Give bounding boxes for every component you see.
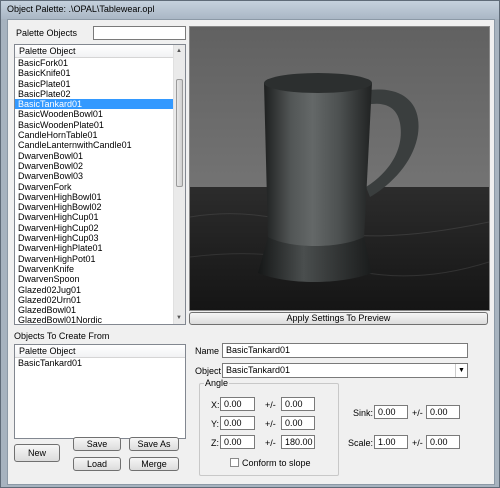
new-button[interactable]: New (14, 444, 60, 462)
list-item[interactable]: DwarvenHighBowl02 (15, 202, 185, 212)
sink-label: Sink: (353, 408, 374, 418)
list-item[interactable]: BasicPlate02 (15, 89, 185, 99)
list-item[interactable]: DwarvenHighBowl01 (15, 192, 185, 202)
scale-label: Scale: (348, 438, 374, 448)
list-item[interactable]: DwarvenHighPot01 (15, 254, 185, 264)
window-client-area: Palette Objects Palette Object BasicFork… (7, 19, 495, 485)
list-item[interactable]: DwarvenBowl02 (15, 161, 185, 171)
sink-field[interactable]: 0.00 (374, 405, 408, 419)
z-variance-field[interactable]: 180.00 (281, 435, 315, 449)
list-item[interactable]: BasicKnife01 (15, 68, 185, 78)
objects-to-create-label: Objects To Create From (14, 331, 110, 341)
list-item[interactable]: DwarvenSpoon (15, 274, 185, 284)
list-item[interactable]: CandleHornTable01 (15, 130, 185, 140)
palette-object-list[interactable]: Palette Object BasicFork01 BasicKnife01 Ba… (14, 44, 186, 325)
palette-list-scrollbar[interactable]: ▲ ▼ (173, 45, 185, 324)
x-label: X: (211, 400, 220, 410)
list-item[interactable]: BasicTankard01 (15, 99, 185, 110)
list-item[interactable]: BasicPlate01 (15, 79, 185, 89)
apply-settings-button[interactable]: Apply Settings To Preview (189, 312, 488, 325)
scroll-down-icon[interactable]: ▼ (176, 315, 182, 321)
name-label: Name (195, 346, 220, 356)
z-plusminus-label: +/- (265, 438, 276, 448)
scroll-thumb[interactable] (176, 79, 183, 187)
x-field[interactable]: 0.00 (220, 397, 255, 411)
palette-object-rows: BasicFork01 BasicKnife01 BasicPlate01 Basic… (15, 58, 185, 324)
preview-viewport[interactable] (189, 26, 490, 311)
y-plusminus-label: +/- (265, 419, 276, 429)
y-variance-field[interactable]: 0.00 (281, 416, 315, 430)
list-item[interactable]: GlazedBowl01 (15, 305, 185, 315)
list-item[interactable]: DwarvenHighPlate01 (15, 243, 185, 253)
create-from-rows: BasicTankard01 (15, 358, 185, 368)
list-item[interactable]: Glazed02Urn01 (15, 295, 185, 305)
list-item[interactable]: DwarvenHighCup01 (15, 212, 185, 222)
list-item[interactable]: Glazed02Jug01 (15, 285, 185, 295)
list-item[interactable]: DwarvenBowl01 (15, 151, 185, 161)
object-label: Object (195, 366, 222, 376)
title-bar[interactable]: Object Palette: .\OPAL\Tablewear.opl (1, 1, 499, 19)
x-plusminus-label: +/- (265, 400, 276, 410)
conform-to-slope-label: Conform to slope (242, 458, 311, 468)
list-item[interactable]: DwarvenHighCup03 (15, 233, 185, 243)
list-item[interactable]: BasicTankard01 (15, 358, 185, 368)
scroll-up-icon[interactable]: ▲ (176, 48, 182, 54)
list-item[interactable]: CandleLanternwithCandle01 (15, 140, 185, 150)
save-as-button[interactable]: Save As (129, 437, 179, 451)
object-select-value: BasicTankard01 (226, 365, 291, 375)
save-button[interactable]: Save (73, 437, 121, 451)
preview-render (190, 27, 489, 310)
palette-filter-input[interactable] (93, 26, 186, 40)
list-item[interactable]: DwarvenHighCup02 (15, 223, 185, 233)
z-field[interactable]: 0.00 (220, 435, 255, 449)
angle-group-label: Angle (204, 378, 230, 388)
create-from-column-header[interactable]: Palette Object (15, 345, 185, 358)
chevron-down-icon[interactable]: ▼ (455, 364, 467, 377)
sink-variance-field[interactable]: 0.00 (426, 405, 460, 419)
list-item[interactable]: BasicWoodenBowl01 (15, 109, 185, 119)
list-item[interactable]: BasicWoodenPlate01 (15, 120, 185, 130)
y-field[interactable]: 0.00 (220, 416, 255, 430)
list-item[interactable]: DwarvenKnife (15, 264, 185, 274)
scale-field[interactable]: 1.00 (374, 435, 408, 449)
scale-plusminus-label: +/- (412, 438, 423, 448)
list-item[interactable]: BasicFork01 (15, 58, 185, 68)
list-item[interactable]: DwarvenFork (15, 182, 185, 192)
y-label: Y: (211, 419, 220, 429)
z-label: Z: (211, 438, 219, 448)
object-select[interactable]: BasicTankard01 ▼ (222, 363, 468, 378)
window-title: Object Palette: .\OPAL\Tablewear.opl (7, 4, 155, 14)
palette-object-column-header[interactable]: Palette Object (15, 45, 185, 58)
create-from-list[interactable]: Palette Object BasicTankard01 (14, 344, 186, 439)
list-item[interactable]: GlazedBowl01Nordic (15, 315, 185, 324)
name-field[interactable]: BasicTankard01 (222, 343, 468, 358)
merge-button[interactable]: Merge (129, 457, 179, 471)
list-item[interactable]: DwarvenBowl03 (15, 171, 185, 181)
palette-objects-label: Palette Objects (16, 28, 78, 38)
scale-variance-field[interactable]: 0.00 (426, 435, 460, 449)
load-button[interactable]: Load (73, 457, 121, 471)
object-palette-window: Object Palette: .\OPAL\Tablewear.opl Pal… (0, 0, 500, 488)
x-variance-field[interactable]: 0.00 (281, 397, 315, 411)
conform-to-slope-checkbox[interactable] (230, 458, 239, 467)
sink-plusminus-label: +/- (412, 408, 423, 418)
